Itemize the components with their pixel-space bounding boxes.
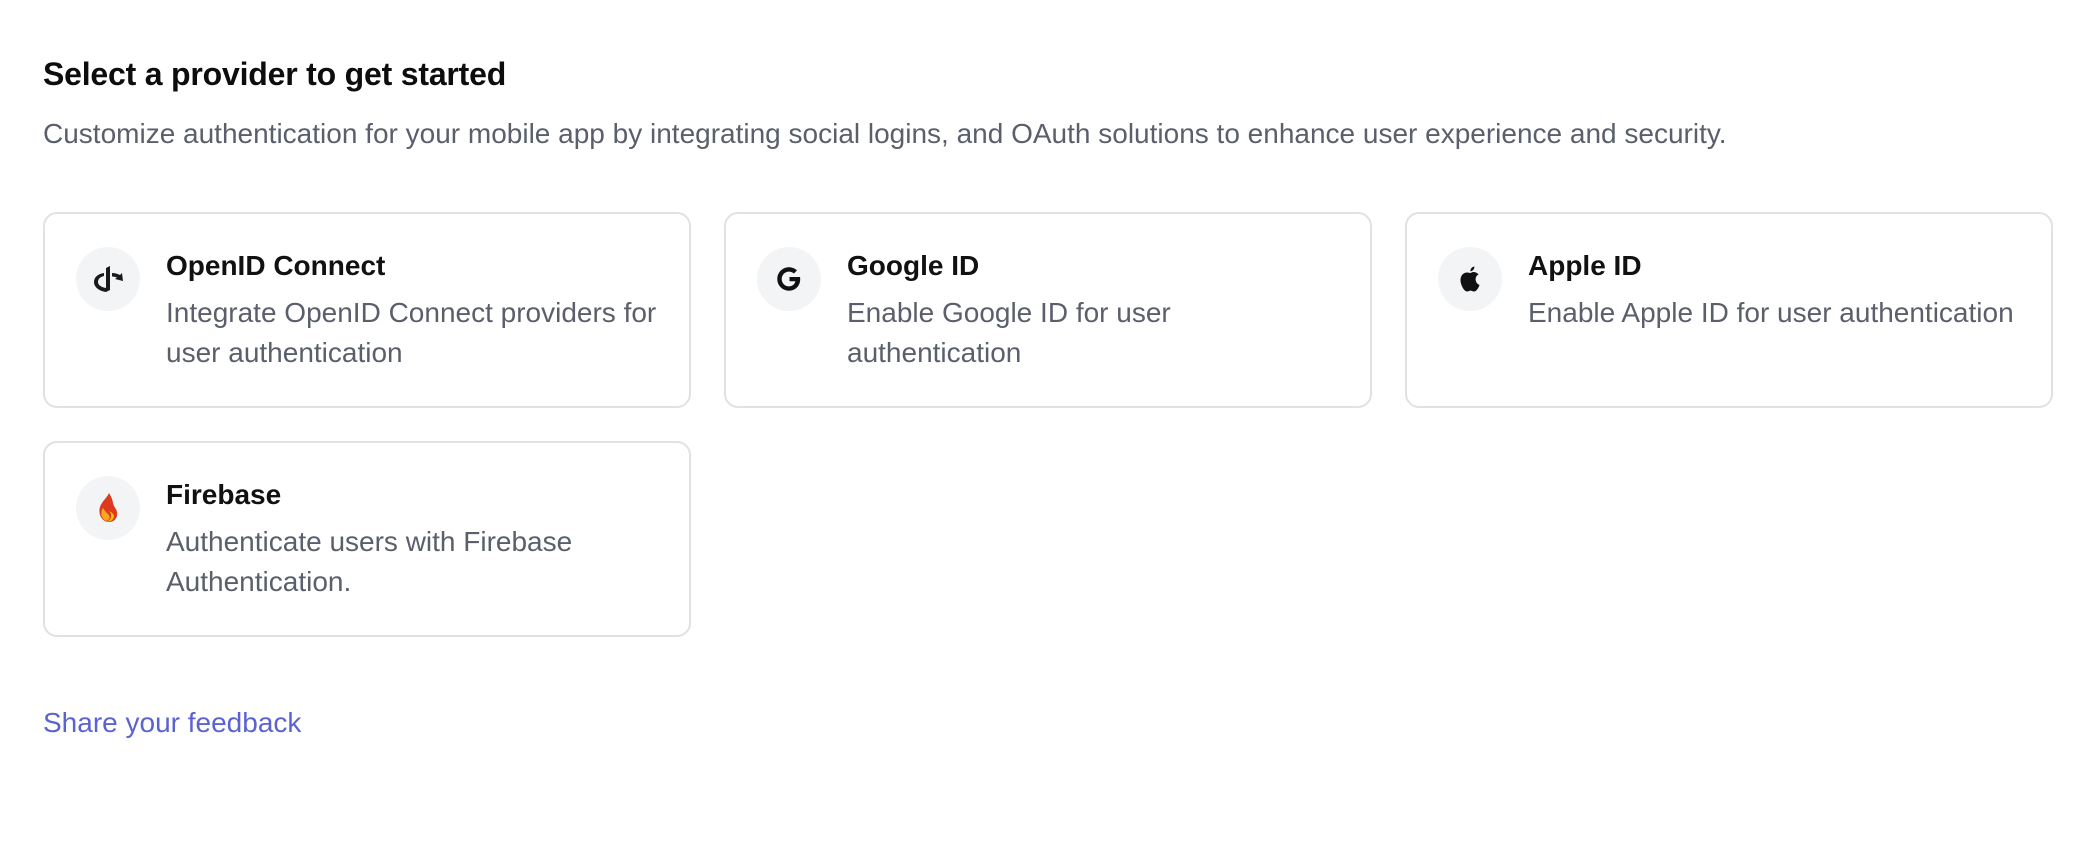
firebase-icon [76,476,140,540]
provider-card-text: Firebase Authenticate users with Firebas… [166,474,659,602]
openid-icon [76,247,140,311]
provider-selection-page: Select a provider to get started Customi… [0,0,2092,844]
provider-description: Authenticate users with Firebase Authent… [166,526,573,597]
provider-description: Integrate OpenID Connect providers for u… [166,297,657,368]
provider-card-google[interactable]: Google ID Enable Google ID for user auth… [724,212,1372,408]
provider-title: OpenID Connect [166,250,386,281]
provider-title: Firebase [166,479,282,510]
provider-title: Apple ID [1528,250,1642,281]
provider-title: Google ID [847,250,980,281]
page-title: Select a provider to get started [43,56,507,92]
provider-card-openid[interactable]: OpenID Connect Integrate OpenID Connect … [43,212,691,408]
provider-card-text: OpenID Connect Integrate OpenID Connect … [166,245,659,373]
provider-card-firebase[interactable]: Firebase Authenticate users with Firebas… [43,441,691,637]
share-feedback-link[interactable]: Share your feedback [43,704,301,742]
provider-card-apple[interactable]: Apple ID Enable Apple ID for user authen… [1405,212,2053,408]
apple-icon [1438,247,1502,311]
google-icon [757,247,821,311]
provider-description: Enable Google ID for user authentication [847,297,1171,368]
provider-description: Enable Apple ID for user authentication [1528,297,2014,328]
provider-grid: OpenID Connect Integrate OpenID Connect … [43,212,2053,637]
provider-card-text: Google ID Enable Google ID for user auth… [847,245,1340,373]
page-subtitle: Customize authentication for your mobile… [43,118,1727,149]
provider-card-text: Apple ID Enable Apple ID for user authen… [1528,245,2014,333]
